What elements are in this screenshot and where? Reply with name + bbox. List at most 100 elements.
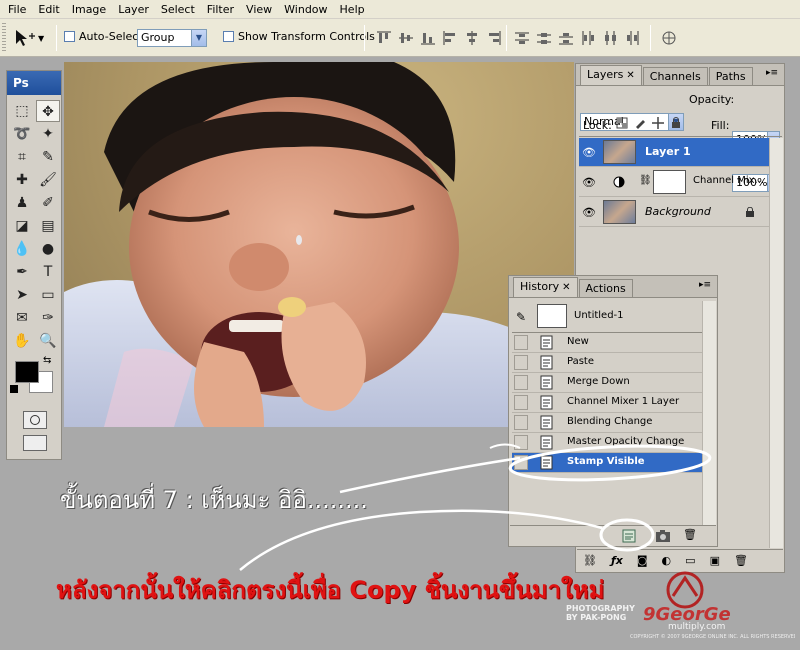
close-icon[interactable]: ✕: [562, 282, 570, 293]
slice-tool-icon[interactable]: ✎: [36, 146, 60, 168]
history-brush-icon[interactable]: ✐: [36, 192, 60, 214]
distribute-horizontal-icon[interactable]: [602, 30, 618, 46]
new-document-from-state-icon[interactable]: [622, 529, 636, 543]
screen-mode-icon[interactable]: [23, 435, 47, 451]
history-brush-source-box[interactable]: [514, 455, 528, 470]
history-brush-source-box[interactable]: [514, 355, 528, 370]
menu-item-view[interactable]: View: [240, 0, 278, 19]
distribute-right-icon[interactable]: [624, 30, 640, 46]
pen-tool-icon[interactable]: ✒: [10, 261, 34, 283]
camera-snapshot-icon[interactable]: [655, 529, 671, 543]
layer-row-layer-1[interactable]: 👁 Layer 1: [579, 138, 782, 167]
history-brush-source-box[interactable]: [514, 415, 528, 430]
gradient-tool-icon[interactable]: ▤: [36, 215, 60, 237]
menu-item-window[interactable]: Window: [278, 0, 333, 19]
delete-state-icon[interactable]: 🗑: [683, 528, 697, 541]
eyedropper-tool-icon[interactable]: ✑: [36, 307, 60, 329]
crop-tool-icon[interactable]: ⌗: [10, 146, 34, 168]
marquee-tool-icon[interactable]: ⬚: [10, 100, 34, 122]
layer-row-background[interactable]: 👁 Background: [579, 198, 782, 227]
link-chain-icon[interactable]: ⛓: [639, 175, 652, 186]
new-adjustment-layer-icon[interactable]: ◐: [662, 554, 672, 567]
tab-actions[interactable]: Actions: [578, 279, 633, 297]
menu-item-layer[interactable]: Layer: [112, 0, 155, 19]
distribute-left-icon[interactable]: [580, 30, 596, 46]
history-state-row[interactable]: Blending Change: [512, 413, 704, 433]
auto-align-layers-icon[interactable]: [660, 29, 678, 47]
lock-transparency-icon[interactable]: [616, 117, 628, 129]
menu-item-filter[interactable]: Filter: [201, 0, 240, 19]
healing-brush-icon[interactable]: ✚: [10, 169, 34, 191]
quick-mask-mode-icon[interactable]: [23, 411, 47, 429]
layer-name[interactable]: Layer 1: [645, 145, 691, 158]
new-group-icon[interactable]: ▭: [685, 554, 695, 567]
menu-item-image[interactable]: Image: [66, 0, 112, 19]
history-scrollbar[interactable]: [702, 301, 716, 526]
lock-position-icon[interactable]: [652, 117, 664, 129]
menu-item-file[interactable]: File: [2, 0, 32, 19]
history-state-row[interactable]: Channel Mixer 1 Layer: [512, 393, 704, 413]
visibility-eye-icon[interactable]: 👁: [582, 146, 596, 159]
align-top-edges-icon[interactable]: [376, 30, 392, 46]
blur-tool-icon[interactable]: 💧: [10, 238, 34, 260]
visibility-eye-icon[interactable]: 👁: [582, 206, 596, 219]
path-selection-icon[interactable]: ➤: [10, 284, 34, 306]
layer-name[interactable]: Channel Mix...: [693, 175, 764, 186]
tool-preset-picker[interactable]: ▼: [10, 25, 56, 51]
align-vertical-centers-icon[interactable]: [398, 30, 414, 46]
tab-channels[interactable]: Channels: [642, 67, 708, 85]
align-left-edges-icon[interactable]: [442, 30, 458, 46]
close-icon[interactable]: ✕: [626, 70, 634, 81]
panel-menu-icon[interactable]: ▸≡: [766, 68, 780, 80]
history-brush-source-box[interactable]: [514, 435, 528, 450]
layer-row-channel-mixer[interactable]: 👁 ⛓ Channel Mix...: [579, 168, 782, 197]
shape-tool-icon[interactable]: ▭: [36, 284, 60, 306]
move-tool-icon[interactable]: ✥: [36, 100, 60, 122]
swap-colors-icon[interactable]: ⇆: [43, 355, 51, 366]
delete-layer-icon[interactable]: 🗑: [734, 554, 748, 567]
panel-menu-icon[interactable]: ▸≡: [699, 280, 713, 292]
history-state-row[interactable]: Master Opacity Change: [512, 433, 704, 453]
layers-scrollbar[interactable]: [769, 138, 783, 548]
link-layers-icon[interactable]: ⛓: [583, 554, 597, 567]
distribute-center-icon[interactable]: [536, 30, 552, 46]
history-brush-source-box[interactable]: [514, 375, 528, 390]
lock-all-icon[interactable]: [670, 117, 682, 129]
visibility-eye-icon[interactable]: 👁: [582, 176, 596, 189]
layer-style-icon[interactable]: ƒx: [611, 554, 623, 567]
magic-wand-tool-icon[interactable]: ✦: [36, 123, 60, 145]
history-state-row[interactable]: Paste: [512, 353, 704, 373]
zoom-tool-icon[interactable]: 🔍: [36, 330, 60, 352]
dodge-tool-icon[interactable]: ●: [36, 238, 60, 260]
notes-tool-icon[interactable]: ✉: [10, 307, 34, 329]
layer-name[interactable]: Background: [645, 205, 711, 218]
transform-controls-checkbox[interactable]: [223, 31, 234, 42]
options-grip[interactable]: [2, 23, 6, 53]
image-canvas[interactable]: [64, 62, 574, 427]
history-state-row[interactable]: Stamp Visible: [512, 453, 704, 473]
type-tool-icon[interactable]: T: [36, 261, 60, 283]
lock-image-pixels-icon[interactable]: [634, 117, 646, 129]
tab-history[interactable]: History ✕: [513, 277, 578, 297]
align-right-edges-icon[interactable]: [486, 30, 502, 46]
history-brush-source-icon[interactable]: ✎: [516, 310, 526, 324]
snapshot-row[interactable]: ✎ Untitled-1: [512, 301, 704, 333]
lasso-tool-icon[interactable]: ➰: [10, 123, 34, 145]
hand-tool-icon[interactable]: ✋: [10, 330, 34, 352]
new-layer-icon[interactable]: ▣: [710, 554, 720, 567]
history-brush-source-box[interactable]: [514, 395, 528, 410]
add-mask-icon[interactable]: ◙: [637, 554, 648, 567]
menu-item-edit[interactable]: Edit: [32, 0, 65, 19]
history-state-row[interactable]: New: [512, 333, 704, 353]
distribute-top-icon[interactable]: [514, 30, 530, 46]
menu-item-help[interactable]: Help: [334, 0, 371, 19]
history-brush-source-box[interactable]: [514, 335, 528, 350]
tab-layers[interactable]: Layers ✕: [580, 65, 642, 85]
align-horizontal-centers-icon[interactable]: [464, 30, 480, 46]
eraser-tool-icon[interactable]: ◪: [10, 215, 34, 237]
foreground-color-swatch[interactable]: [15, 361, 39, 383]
tab-paths[interactable]: Paths: [708, 67, 753, 85]
brush-tool-icon[interactable]: 🖌: [36, 169, 60, 191]
auto-select-dropdown[interactable]: Group ▼: [137, 29, 207, 47]
default-colors-icon[interactable]: [10, 385, 18, 393]
